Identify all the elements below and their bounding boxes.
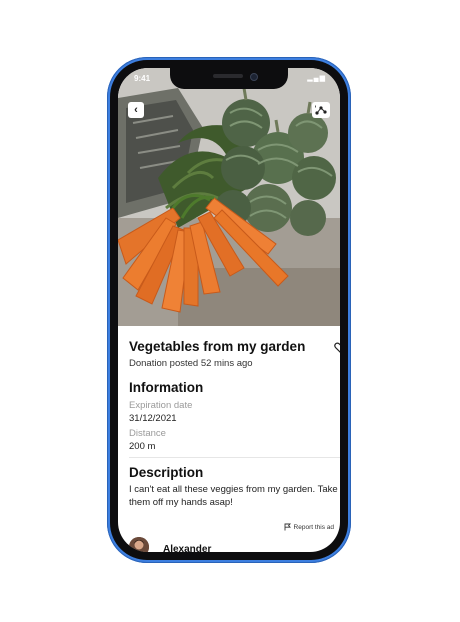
phone-notch: [170, 68, 288, 89]
share-icon: [315, 105, 327, 115]
expiration-label: Expiration date: [129, 400, 193, 411]
back-button[interactable]: ‹: [128, 102, 144, 118]
speaker-grille: [213, 74, 243, 78]
flag-icon: [284, 523, 291, 531]
section-divider: [129, 457, 340, 458]
user-name: Alexander: [163, 543, 212, 553]
listing-details: Vegetables from my garden Donation poste…: [129, 338, 340, 509]
donor-profile[interactable]: Alexander: [129, 537, 211, 552]
avatar: [129, 537, 149, 552]
posted-time: Donation posted 52 mins ago: [129, 358, 253, 369]
phone-frame: 9:41 ▂▄▆ ‹ Vegetables from my garden Don…: [107, 57, 351, 563]
phone-bezel: 9:41 ▂▄▆ ‹ Vegetables from my garden Don…: [110, 60, 348, 560]
listing-title: Vegetables from my garden: [129, 339, 306, 354]
status-time: 9:41: [134, 74, 151, 83]
distance-value: 200 m: [129, 441, 156, 452]
heart-icon: [334, 342, 340, 353]
expiration-value: 31/12/2021: [129, 413, 177, 424]
avatar-photo: [129, 537, 149, 552]
report-label: Report this ad: [293, 523, 334, 531]
share-button[interactable]: [312, 102, 330, 118]
favorite-button[interactable]: [334, 340, 340, 358]
front-camera: [250, 73, 258, 81]
vegetables-photo: [118, 68, 340, 326]
report-ad-link[interactable]: Report this ad: [284, 523, 334, 531]
chevron-left-icon: ‹: [134, 103, 138, 116]
signal-icon: ▂▄▆: [307, 75, 326, 82]
description-heading: Description: [129, 465, 204, 480]
listing-photo: [118, 68, 340, 326]
distance-label: Distance: [129, 428, 166, 439]
description-text: I can't eat all these veggies from my ga…: [129, 484, 338, 508]
phone-screen: 9:41 ▂▄▆ ‹ Vegetables from my garden Don…: [118, 68, 340, 552]
information-heading: Information: [129, 380, 204, 395]
title-row: Vegetables from my garden: [129, 338, 340, 358]
